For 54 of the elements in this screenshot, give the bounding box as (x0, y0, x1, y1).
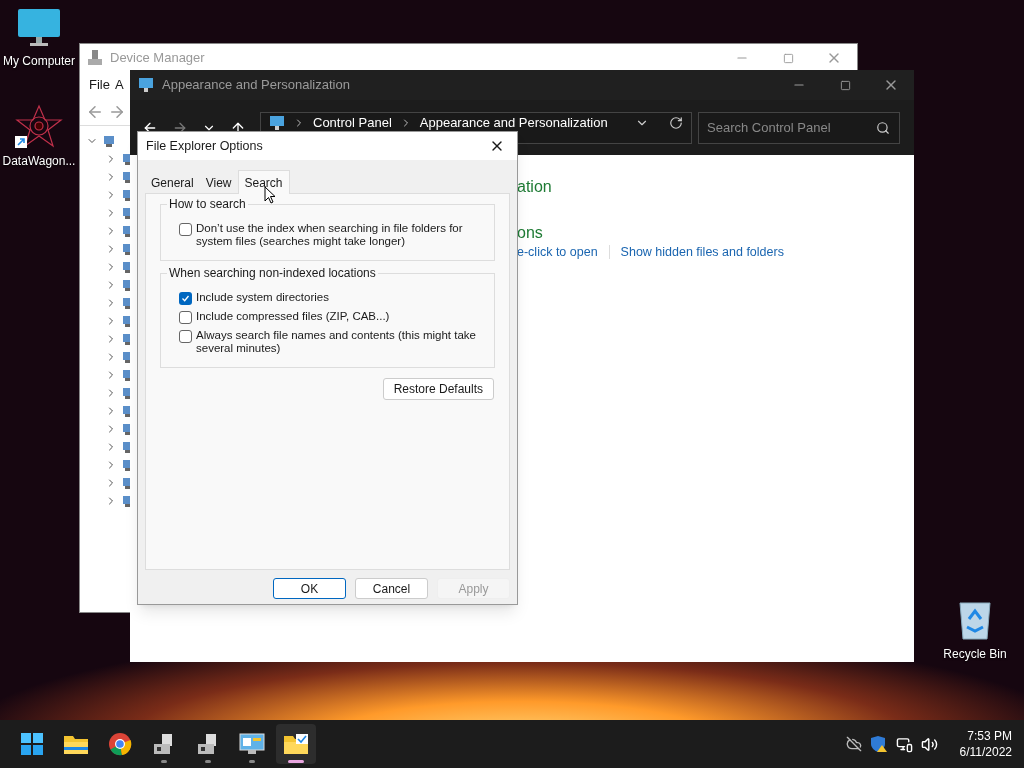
volume-icon[interactable] (920, 735, 938, 753)
menu-item[interactable]: A (114, 75, 124, 95)
search-field[interactable]: Search Control Panel (698, 111, 900, 144)
windows-logo-icon (21, 733, 43, 755)
maximize-icon (839, 79, 851, 91)
maximize-icon (782, 52, 794, 64)
network-icon[interactable] (895, 735, 913, 753)
tab[interactable]: General (145, 173, 200, 193)
menu-item[interactable]: File (89, 75, 110, 95)
control-panel-icon (269, 114, 285, 131)
checkbox[interactable] (179, 311, 192, 324)
control-panel-icon (239, 733, 265, 755)
option-label[interactable]: Include compressed files (ZIP, CAB...) (196, 310, 390, 323)
desktop-icon-label[interactable]: Recycle Bin (943, 645, 1007, 663)
control-panel-icon (138, 77, 154, 93)
dialog-button[interactable]: Cancel (355, 578, 428, 599)
restore-defaults-button[interactable]: Restore Defaults (382, 378, 494, 400)
task-link[interactable]: e-click to open (517, 243, 598, 262)
checkmark-icon (181, 294, 190, 303)
task-link[interactable]: Show hidden files and folders (620, 243, 784, 262)
option-label[interactable]: Include system directories (196, 291, 329, 304)
tab[interactable]: Search (237, 170, 290, 194)
checkbox[interactable] (179, 292, 192, 305)
checkbox[interactable] (179, 223, 192, 236)
clock-date[interactable]: 6/11/2022 (959, 744, 1012, 760)
computer-tower-icon (88, 50, 102, 66)
checkbox[interactable] (179, 330, 192, 343)
shield-warning-icon[interactable] (869, 735, 888, 753)
monitor-icon (17, 8, 61, 48)
option-label[interactable]: Always search file names and contents (this might take several minutes) (196, 329, 486, 355)
device-icon (102, 134, 116, 148)
window-title: Device Manager (110, 49, 205, 68)
desktop-icon-label[interactable]: My Computer (3, 52, 75, 70)
group-title: How to search (167, 197, 248, 211)
browser-icon (108, 732, 132, 756)
taskbar-app[interactable] (276, 724, 316, 764)
breadcrumb-item[interactable]: Appearance and Personalization (419, 115, 608, 130)
desktop-icon-label[interactable]: DataWagon... (2, 152, 76, 170)
window-title: Appearance and Personalization (162, 76, 350, 95)
dialog-button[interactable]: OK (273, 578, 346, 599)
section-heading[interactable]: ons (517, 223, 914, 243)
star-pattern-icon (15, 104, 63, 148)
refresh-icon[interactable] (669, 115, 683, 130)
breadcrumb-item[interactable]: Control Panel (313, 115, 392, 130)
search-icon (876, 120, 890, 135)
folder-icon (63, 733, 89, 755)
clock-time[interactable]: 7:53 PM (967, 728, 1012, 744)
group-title: When searching non-indexed locations (167, 266, 378, 280)
dialog-title: File Explorer Options (146, 137, 263, 155)
cloud-off-icon[interactable] (845, 736, 862, 752)
shortcut-arrow-icon (15, 136, 27, 148)
section-heading: ation (517, 177, 553, 197)
folder-check-icon (283, 733, 309, 755)
tab[interactable]: View (199, 173, 238, 193)
